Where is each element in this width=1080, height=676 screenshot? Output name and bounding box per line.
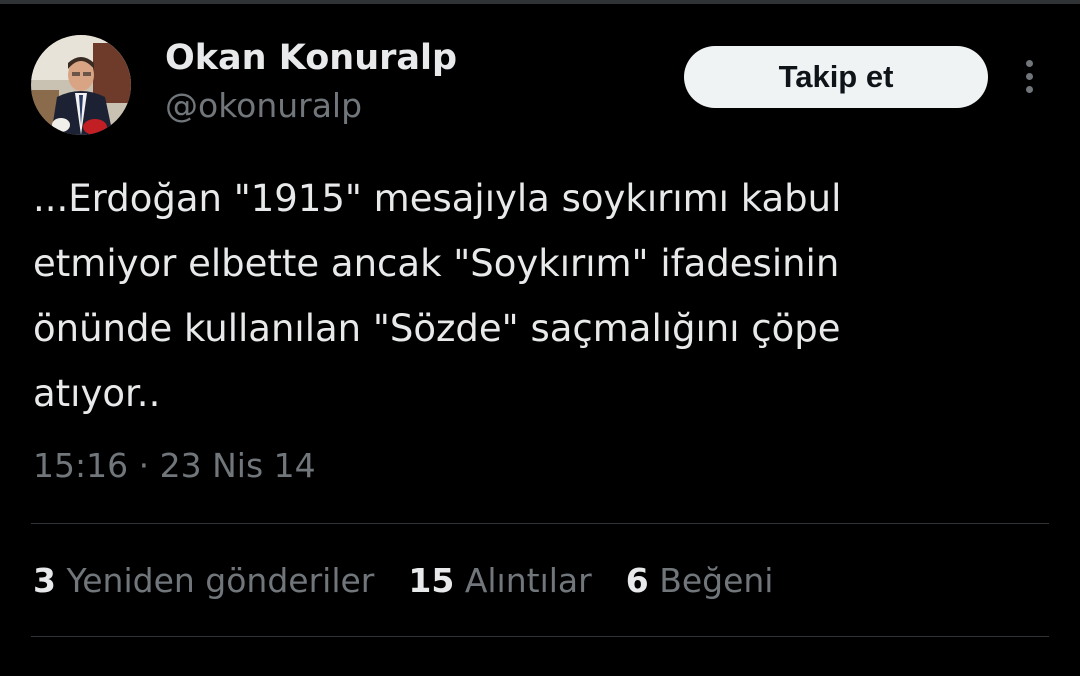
- reposts-stat[interactable]: 3 Yeniden gönderiler: [33, 561, 374, 600]
- reposts-count: 3: [33, 561, 56, 600]
- follow-button[interactable]: Takip et: [684, 46, 988, 108]
- top-divider: [0, 0, 1080, 4]
- tweet-timestamp[interactable]: 15:16 · 23 Nis 14: [33, 446, 316, 485]
- stats-divider-bottom: [31, 636, 1049, 637]
- tweet-text-line: atıyor..: [33, 372, 161, 415]
- more-vertical-icon[interactable]: [1012, 56, 1048, 96]
- quotes-count: 15: [408, 561, 455, 600]
- tweet-text: ...Erdoğan "1915" mesajıyla soykırımı ka…: [33, 166, 1043, 426]
- author-display-name[interactable]: Okan Konuralp: [165, 38, 457, 78]
- quotes-stat[interactable]: 15 Alıntılar: [408, 561, 591, 600]
- tweet-text-line: etmiyor elbette ancak "Soykırım" ifadesi…: [33, 242, 840, 285]
- likes-stat[interactable]: 6 Beğeni: [626, 561, 774, 600]
- avatar[interactable]: [31, 35, 131, 135]
- tweet-time: 15:16: [33, 446, 129, 485]
- likes-count: 6: [625, 561, 649, 600]
- reposts-label: Yeniden gönderiler: [66, 561, 375, 600]
- stats-divider-top: [31, 523, 1049, 524]
- author-handle[interactable]: @okonuralp: [165, 86, 362, 125]
- avatar-photo: [31, 35, 131, 135]
- meta-separator: ·: [138, 446, 150, 485]
- tweet-date: 23 Nis 14: [159, 446, 316, 485]
- likes-label: Beğeni: [659, 561, 774, 600]
- tweet-text-line: önünde kullanılan "Sözde" saçmalığını çö…: [33, 307, 841, 350]
- engagement-stats: 3 Yeniden gönderiler 15 Alıntılar 6 Beğe…: [33, 561, 807, 600]
- quotes-label: Alıntılar: [464, 561, 592, 600]
- tweet-text-line: ...Erdoğan "1915" mesajıyla soykırımı ka…: [33, 177, 842, 220]
